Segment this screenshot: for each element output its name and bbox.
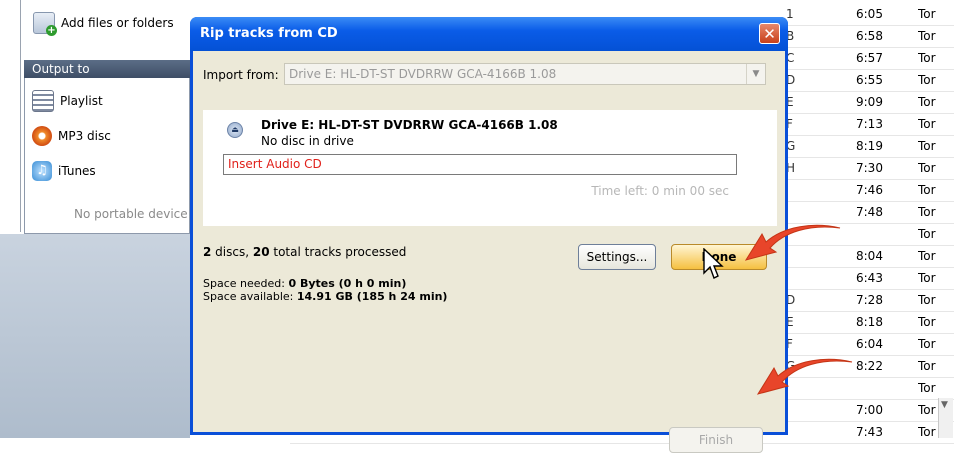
track-artist: Tor — [918, 293, 936, 307]
track-artist: Tor — [918, 139, 936, 153]
red-arrow-icon — [744, 224, 841, 261]
track-artist: Tor — [918, 227, 936, 241]
close-icon: ✕ — [763, 25, 776, 43]
add-files-icon: + — [33, 12, 57, 36]
processed-summary: 2 discs, 20 total tracks processed — [203, 245, 406, 259]
space-available: Space available: 14.91 GB (185 h 24 min) — [203, 290, 447, 303]
track-artist: Tor — [918, 95, 936, 109]
output-item-itunes[interactable]: ♫ iTunes — [32, 161, 96, 181]
track-duration: 6:05 — [856, 7, 883, 21]
track-artist: Tor — [918, 315, 936, 329]
space-available-value: 14.91 GB (185 h 24 min) — [296, 290, 448, 303]
track-artist: Tor — [918, 205, 936, 219]
space-needed: Space needed: 0 Bytes (0 h 0 min) — [203, 277, 406, 290]
mp3-disc-icon — [32, 126, 52, 146]
output-to-header: Output to — [24, 60, 192, 78]
drive-panel: ⏏ Drive E: HL-DT-ST DVDRRW GCA-4166B 1.0… — [203, 110, 777, 226]
track-artist: Tor — [918, 29, 936, 43]
track-duration: 7:28 — [856, 293, 883, 307]
track-duration: 6:58 — [856, 29, 883, 43]
vertical-scrollbar[interactable]: ▼ — [938, 398, 953, 438]
track-duration: 6:43 — [856, 271, 883, 285]
track-duration: 9:09 — [856, 95, 883, 109]
track-duration: 7:48 — [856, 205, 883, 219]
track-duration: 7:13 — [856, 117, 883, 131]
track-artist: Tor — [918, 183, 936, 197]
scroll-down-arrow-icon[interactable]: ▼ — [941, 400, 948, 410]
rip-dialog: Rip tracks from CD ✕ Import from: Drive … — [190, 17, 788, 453]
close-button[interactable]: ✕ — [759, 23, 780, 44]
import-from-select[interactable]: Drive E: HL-DT-ST DVDRRW GCA-4166B 1.08 … — [284, 63, 766, 85]
output-item-mp3-disc[interactable]: MP3 disc — [32, 126, 111, 146]
track-artist: Tor — [918, 117, 936, 131]
dialog-titlebar[interactable]: Rip tracks from CD ✕ — [190, 17, 788, 51]
drive-status: No disc in drive — [261, 134, 354, 148]
finish-button[interactable]: Finish — [669, 427, 763, 453]
track-duration: 8:18 — [856, 315, 883, 329]
playlist-icon — [32, 90, 54, 112]
add-files-button[interactable]: + Add files or folders — [33, 12, 174, 36]
dialog-body: Import from: Drive E: HL-DT-ST DVDRRW GC… — [193, 51, 785, 453]
output-item-playlist[interactable]: Playlist — [32, 90, 103, 112]
import-from-value: Drive E: HL-DT-ST DVDRRW GCA-4166B 1.08 — [289, 67, 557, 81]
track-duration: 8:04 — [856, 249, 883, 263]
insert-cd-message: Insert Audio CD — [223, 154, 737, 175]
track-duration: 7:46 — [856, 183, 883, 197]
tracks-suffix: total tracks processed — [269, 245, 407, 259]
mouse-cursor-icon — [703, 248, 724, 279]
track-duration: 7:43 — [856, 425, 883, 439]
drive-name: Drive E: HL-DT-ST DVDRRW GCA-4166B 1.08 — [261, 118, 558, 132]
track-artist: Tor — [918, 271, 936, 285]
eject-icon[interactable]: ⏏ — [227, 122, 243, 138]
track-duration: 7:00 — [856, 403, 883, 417]
import-from-label: Import from: — [203, 68, 279, 82]
track-artist: Tor — [918, 73, 936, 87]
output-item-label: MP3 disc — [58, 129, 111, 143]
space-available-label: Space available: — [203, 290, 297, 303]
track-artist: Tor — [918, 359, 936, 373]
space-needed-value: 0 Bytes (0 h 0 min) — [288, 277, 407, 290]
track-duration: 8:19 — [856, 139, 883, 153]
track-duration: 6:57 — [856, 51, 883, 65]
track-duration: 6:55 — [856, 73, 883, 87]
track-artist: Tor — [918, 7, 936, 21]
space-needed-label: Space needed: — [203, 277, 289, 290]
track-artist: Tor — [918, 161, 936, 175]
track-duration: 8:22 — [856, 359, 883, 373]
time-left: Time left: 0 min 00 sec — [591, 184, 729, 198]
output-item-label: Playlist — [60, 94, 103, 108]
track-artist: Tor — [918, 249, 936, 263]
tracks-count: 20 — [252, 245, 270, 259]
dialog-title: Rip tracks from CD — [200, 26, 338, 41]
track-artist: Tor — [918, 337, 936, 351]
track-artist: Tor — [918, 51, 936, 65]
discs-suffix: discs, — [211, 245, 253, 259]
track-duration: 6:04 — [856, 337, 883, 351]
track-duration: 7:30 — [856, 161, 883, 175]
red-arrow-icon — [756, 358, 853, 395]
settings-button[interactable]: Settings... — [578, 244, 656, 270]
track-artist: Tor — [918, 381, 936, 395]
itunes-icon: ♫ — [32, 161, 52, 181]
output-item-label: iTunes — [58, 164, 96, 178]
chevron-down-icon[interactable]: ▼ — [746, 64, 765, 84]
add-files-label: Add files or folders — [61, 16, 174, 30]
no-device-text: No portable device c — [74, 207, 199, 221]
left-panel-footer — [0, 234, 190, 438]
